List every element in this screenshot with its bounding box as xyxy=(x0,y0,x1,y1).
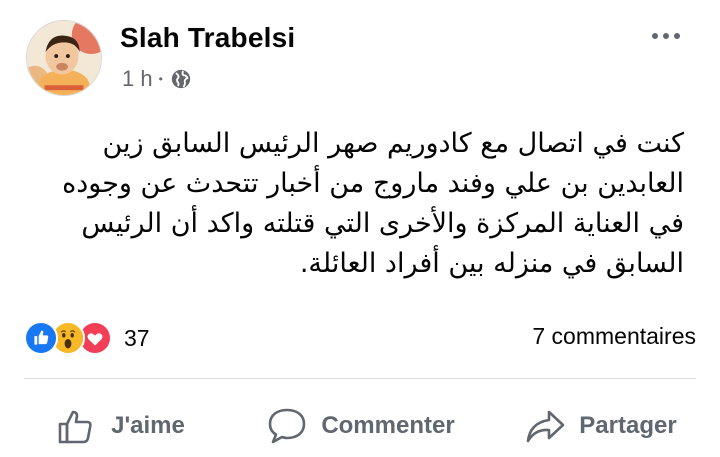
comment-button[interactable]: Commenter xyxy=(240,398,480,454)
like-button[interactable]: J'aime xyxy=(0,398,240,454)
meta-separator: • xyxy=(158,72,163,86)
post-meta: 1 h • xyxy=(122,66,192,92)
post-action-bar: J'aime Commenter Partager xyxy=(0,398,720,454)
comment-count-link[interactable]: 7 commentaires xyxy=(532,323,696,350)
post-text-line: العابدين بن علي وفند ماروج من أخبار تتحد… xyxy=(62,168,684,199)
post-text-line: كنت في اتصال مع كادوريم صهر الرئيس الساب… xyxy=(102,128,684,159)
reaction-count: 37 xyxy=(124,324,150,351)
facebook-post: Slah Trabelsi 1 h • كنت في اتصال مع كادو… xyxy=(0,0,720,457)
author-avatar[interactable] xyxy=(26,20,102,96)
post-timestamp[interactable]: 1 h xyxy=(122,66,153,92)
like-button-label: J'aime xyxy=(111,412,185,439)
author-name[interactable]: Slah Trabelsi xyxy=(120,22,295,54)
thumbs-up-icon xyxy=(55,404,99,448)
comment-icon xyxy=(265,404,309,448)
reactions-summary[interactable]: 37 xyxy=(24,321,150,355)
avatar-photo xyxy=(27,21,101,95)
like-icon xyxy=(24,321,58,355)
divider xyxy=(24,378,696,379)
post-text-line: السابق في منزله بين أفراد العائلة. xyxy=(299,248,684,279)
post-text-line: في العناية المركزة والأخرى التي قتلته وا… xyxy=(81,208,684,239)
comment-button-label: Commenter xyxy=(321,412,455,439)
more-options-icon[interactable] xyxy=(646,20,686,52)
more-dot xyxy=(652,33,658,39)
share-button[interactable]: Partager xyxy=(480,398,720,454)
post-text: كنت في اتصال مع كادوريم صهر الرئيس الساب… xyxy=(40,124,684,284)
globe-icon[interactable] xyxy=(170,68,192,90)
more-dot xyxy=(674,33,680,39)
more-dot xyxy=(663,33,669,39)
share-icon xyxy=(523,404,567,448)
share-button-label: Partager xyxy=(579,412,677,439)
